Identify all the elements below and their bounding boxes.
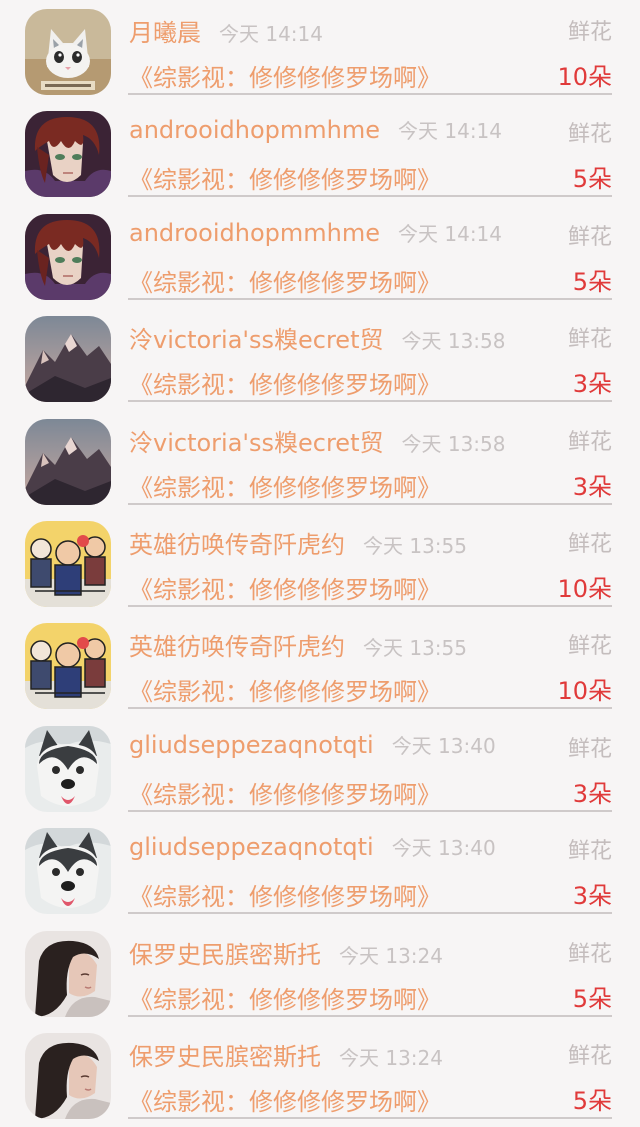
avatar[interactable] <box>25 111 111 198</box>
timestamp: 今天 13:58 <box>401 431 506 456</box>
gift-type: 鲜花 <box>567 1044 612 1069</box>
work-title[interactable]: 《综影视：修修修修罗场啊》 <box>129 1082 441 1117</box>
username[interactable]: gliudseppezaqnotqti 今天 13:40 <box>129 832 496 861</box>
divider <box>128 912 612 915</box>
divider <box>128 400 612 403</box>
gift-count: 5朵 <box>572 984 612 1013</box>
list-item[interactable]: 保罗史民膑密斯托 今天 13:24 鲜花《综影视：修修修修罗场啊》 5朵 <box>0 1024 640 1127</box>
avatar[interactable] <box>25 930 111 1017</box>
gift-type: 鲜花 <box>567 941 612 967</box>
gift-type: 鲜花 <box>567 327 612 353</box>
username-text: 月曦晨 <box>129 19 201 47</box>
timestamp: 今天 13:55 <box>363 534 467 558</box>
username-text: androoidhopmmhme <box>129 116 381 145</box>
avatar[interactable] <box>25 828 111 915</box>
username[interactable]: 英雄彷唤传奇阡虎约 今天 13:55 <box>129 627 467 662</box>
gift-type: 鲜花 <box>567 532 612 557</box>
username[interactable]: gliudseppezaqnotqti 今天 13:40 <box>129 730 496 759</box>
list-item[interactable]: androoidhopmmhme 今天 14:14 鲜花《综影视：修修修修罗场啊》 5… <box>0 205 640 308</box>
gift-type: 鲜花 <box>567 122 612 148</box>
username[interactable]: 月曦晨 今天 14:14 <box>129 13 323 48</box>
gift-type: 鲜花 <box>567 839 612 865</box>
username[interactable]: 泠victoria'ss糗ecret贸 今天 13:58 <box>129 423 505 458</box>
timestamp: 今天 13:40 <box>391 733 496 758</box>
timestamp: 今天 14:14 <box>398 119 503 144</box>
timestamp: 今天 13:40 <box>391 836 496 861</box>
username[interactable]: 泠victoria'ss糗ecret贸 今天 13:58 <box>129 320 505 355</box>
username-text: 泠victoria'ss糗ecret贸 <box>129 326 384 355</box>
work-title[interactable]: 《综影视：修修修修罗场啊》 <box>129 468 441 503</box>
list-item[interactable]: androoidhopmmhme 今天 14:14 鲜花《综影视：修修修修罗场啊》 5… <box>0 102 640 205</box>
divider <box>128 502 612 505</box>
divider <box>128 195 612 198</box>
timestamp: 今天 13:58 <box>401 329 506 354</box>
timestamp: 今天 13:55 <box>363 636 467 661</box>
list-item[interactable]: 泠victoria'ss糗ecret贸 今天 13:58 鲜花《综影视：修修修修罗场… <box>0 410 640 513</box>
gift-count: 3朵 <box>572 370 612 399</box>
avatar[interactable] <box>25 213 111 300</box>
timestamp: 今天 13:24 <box>339 943 443 968</box>
work-title[interactable]: 《综影视：修修修修罗场啊》 <box>129 570 441 605</box>
work-title[interactable]: 《综影视：修修修修罗场啊》 <box>129 160 441 195</box>
gift-count: 3朵 <box>572 472 612 501</box>
username-text: androoidhopmmhme <box>129 218 381 247</box>
username-text: 保罗史民膑密斯托 <box>129 940 321 969</box>
work-title[interactable]: 《综影视：修修修修罗场啊》 <box>129 672 441 707</box>
gift-count: 5朵 <box>572 1087 612 1115</box>
username-text: 泠victoria'ss糗ecret贸 <box>129 428 384 457</box>
avatar[interactable] <box>25 1033 111 1119</box>
username-text: 英雄彷唤传奇阡虎约 <box>129 633 345 662</box>
divider <box>128 297 612 300</box>
avatar[interactable] <box>25 521 111 607</box>
list-item[interactable]: 泠victoria'ss糗ecret贸 今天 13:58 鲜花《综影视：修修修修罗场… <box>0 307 640 410</box>
divider <box>128 809 612 812</box>
username-text: gliudseppezaqnotqti <box>129 730 374 759</box>
avatar[interactable] <box>25 418 111 505</box>
username[interactable]: androoidhopmmhme 今天 14:14 <box>129 115 502 144</box>
list-item[interactable]: 英雄彷唤传奇阡虎约 今天 13:55 鲜花《综影视：修修修修罗场啊》 10朵 <box>0 614 640 717</box>
username[interactable]: 保罗史民膑密斯托 今天 13:24 <box>129 1037 443 1072</box>
list-item[interactable]: 月曦晨 今天 14:14 鲜花《综影视：修修修修罗场啊》 10朵 <box>0 0 640 103</box>
avatar[interactable] <box>25 9 111 95</box>
work-title[interactable]: 《综影视：修修修修罗场啊》 <box>129 58 441 93</box>
work-title[interactable]: 《综影视：修修修修罗场啊》 <box>129 877 441 912</box>
gift-type: 鲜花 <box>567 224 612 250</box>
list-item[interactable]: 英雄彷唤传奇阡虎约 今天 13:55 鲜花《综影视：修修修修罗场啊》 10朵 <box>0 512 640 615</box>
username-text: 保罗史民膑密斯托 <box>129 1043 321 1071</box>
avatar[interactable] <box>25 316 111 403</box>
avatar[interactable] <box>25 725 111 812</box>
username[interactable]: androoidhopmmhme 今天 14:14 <box>129 218 502 247</box>
gift-type: 鲜花 <box>567 20 612 45</box>
list-item[interactable]: gliudseppezaqnotqti 今天 13:40 鲜花《综影视：修修修修罗场… <box>0 717 640 820</box>
username[interactable]: 英雄彷唤传奇阡虎约 今天 13:55 <box>129 525 467 560</box>
gift-count: 10朵 <box>557 677 612 706</box>
timestamp: 今天 14:14 <box>219 22 323 46</box>
divider <box>128 605 612 607</box>
gift-type: 鲜花 <box>567 736 612 762</box>
timestamp: 今天 14:14 <box>398 221 503 246</box>
avatar[interactable] <box>25 623 111 710</box>
gift-count: 5朵 <box>572 165 612 194</box>
gift-count: 10朵 <box>557 575 612 603</box>
username-text: 英雄彷唤传奇阡虎约 <box>129 531 345 559</box>
gift-list: 月曦晨 今天 14:14 鲜花 《综影视：修修修修罗场啊》 10朵 androoidho… <box>0 0 640 1119</box>
gift-count: 3朵 <box>572 779 612 808</box>
username[interactable]: 保罗史民膑密斯托 今天 13:24 <box>129 935 443 970</box>
gift-count: 3朵 <box>572 882 612 911</box>
divider <box>128 1014 612 1017</box>
divider <box>128 93 612 95</box>
gift-type: 鲜花 <box>567 429 612 455</box>
list-item[interactable]: 保罗史民膑密斯托 今天 13:24 鲜花《综影视：修修修修罗场啊》 5朵 <box>0 922 640 1025</box>
work-title[interactable]: 《综影视：修修修修罗场啊》 <box>129 263 441 298</box>
list-item[interactable]: gliudseppezaqnotqti 今天 13:40 鲜花《综影视：修修修修罗场… <box>0 819 640 922</box>
gift-count: 10朵 <box>557 63 612 91</box>
work-title[interactable]: 《综影视：修修修修罗场啊》 <box>129 980 441 1015</box>
divider <box>128 707 612 710</box>
work-title[interactable]: 《综影视：修修修修罗场啊》 <box>129 775 441 810</box>
gift-type: 鲜花 <box>567 634 612 660</box>
username-text: gliudseppezaqnotqti <box>129 833 374 862</box>
divider <box>128 1117 612 1119</box>
gift-count: 5朵 <box>572 267 612 296</box>
work-title[interactable]: 《综影视：修修修修罗场啊》 <box>129 365 441 400</box>
